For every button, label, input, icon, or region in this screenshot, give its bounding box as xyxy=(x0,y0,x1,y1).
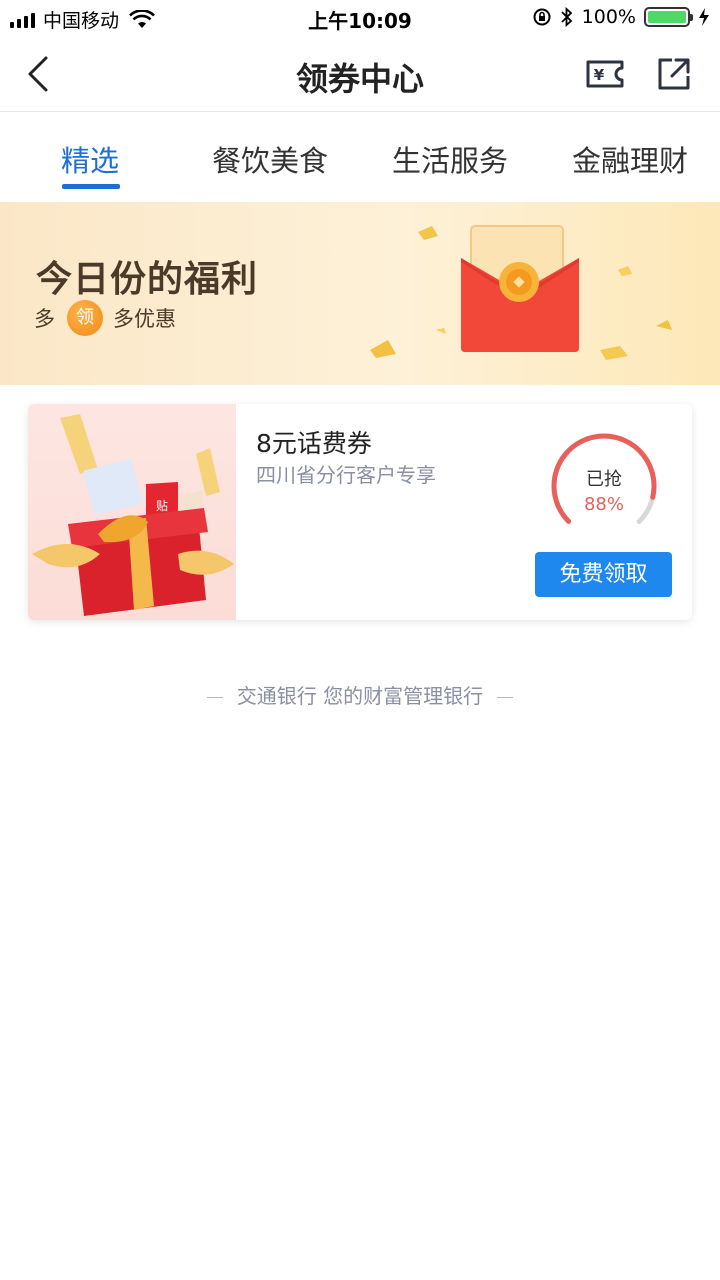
footer-text: 交通银行 您的财富管理银行 xyxy=(236,684,484,708)
red-envelope-icon xyxy=(461,225,579,352)
svg-text:¥: ¥ xyxy=(594,66,605,84)
yuan-ticket-icon[interactable]: ¥ xyxy=(584,56,626,92)
footer-slogan: 交通银行 您的财富管理银行 xyxy=(0,680,720,709)
bluetooth-icon xyxy=(561,7,572,27)
tab-life-services[interactable]: 生活服务 xyxy=(360,138,540,180)
coupon-subtitle: 四川省分行客户专享 xyxy=(256,463,436,487)
category-tabs: 精选 餐饮美食 生活服务 金融理财 xyxy=(0,112,720,202)
gift-box-icon: 贴 xyxy=(32,414,234,616)
svg-text:贴: 贴 xyxy=(156,499,168,513)
coupon-title: 8元话费券 xyxy=(256,429,372,458)
status-right: 100% xyxy=(532,6,710,28)
claim-free-button[interactable]: 免费领取 xyxy=(535,552,672,597)
footer-dash-left xyxy=(206,697,223,698)
external-share-icon[interactable] xyxy=(656,56,692,92)
gift-box-image: 贴 xyxy=(28,404,236,620)
rotation-lock-icon xyxy=(533,8,551,26)
status-bar: 中国移动 上午10:09 100% xyxy=(0,0,720,36)
tab-active-indicator xyxy=(62,184,120,189)
nav-bar: 领券中心 ¥ xyxy=(0,36,720,112)
charging-icon xyxy=(699,8,709,26)
gold-confetti-decoration xyxy=(370,226,672,360)
tab-featured[interactable]: 精选 xyxy=(0,138,180,180)
battery-percent: 100% xyxy=(581,6,636,28)
progress-label: 已抢 xyxy=(586,469,622,490)
tab-dining[interactable]: 餐饮美食 xyxy=(180,138,360,180)
progress-value: 88% xyxy=(583,494,624,515)
footer-dash-right xyxy=(497,697,514,698)
coupon-card[interactable]: 贴 8元话费券 四川省分行客户专享 已抢 88% 免费领取 xyxy=(28,404,692,620)
battery-icon xyxy=(644,7,693,27)
promo-banner[interactable]: 今日份的福利 多 领 多优惠 xyxy=(0,202,720,385)
tab-finance[interactable]: 金融理财 xyxy=(540,138,720,180)
